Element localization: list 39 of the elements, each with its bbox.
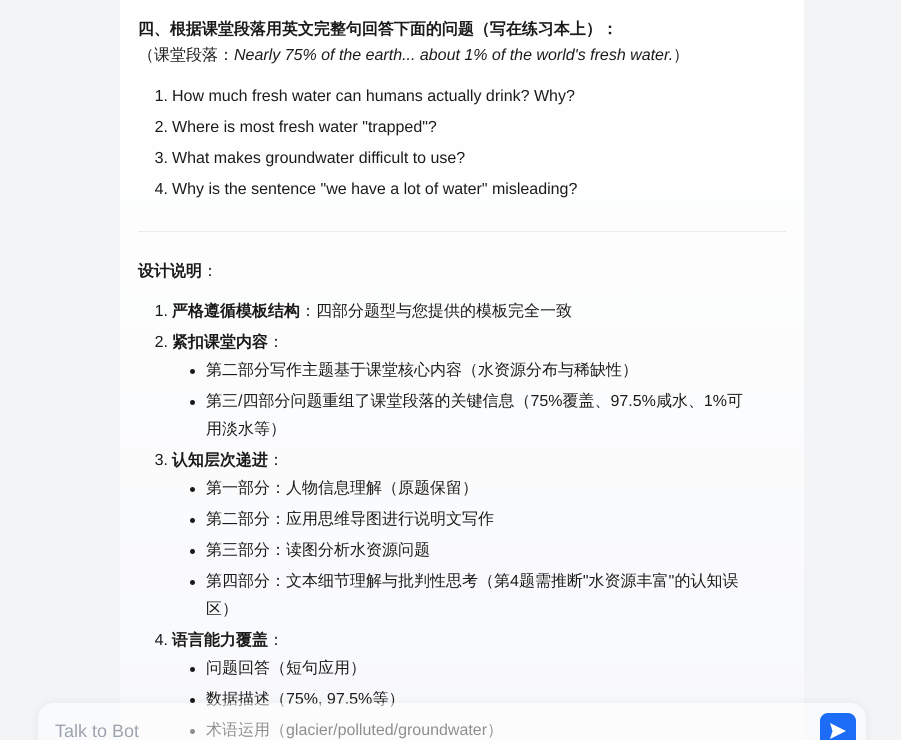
- chat-input-field[interactable]: Talk to Bot: [55, 713, 165, 740]
- send-icon: [829, 722, 847, 740]
- bullet-icon: [190, 487, 195, 492]
- notes-heading: 设计说明：: [138, 262, 218, 282]
- list-item-text: 紧扣课堂内容：: [172, 332, 284, 353]
- list-number: 2.: [154, 118, 168, 138]
- bullet-item-text: 第三部分：读图分析水资源问题: [206, 542, 430, 559]
- bullet-item-text: 第四部分：文本细节理解与批判性思考（第4题需推断"水资源丰富"的认知误区）: [206, 573, 738, 618]
- list-number: 4.: [154, 631, 168, 651]
- list-number: 2.: [154, 333, 168, 353]
- send-button[interactable]: [820, 713, 856, 740]
- list-number: 3.: [154, 149, 168, 169]
- list-item-text: Why is the sentence "we have a lot of water" misleading?: [172, 180, 578, 200]
- bullet-icon: [190, 729, 195, 734]
- bullet-icon: [190, 667, 195, 672]
- list-item-text: Where is most fresh water "trapped"?: [172, 118, 437, 138]
- list-item-text: What makes groundwater difficult to use?: [172, 149, 466, 169]
- bullet-icon: [190, 518, 195, 523]
- bullet-icon: [190, 549, 195, 554]
- bullet-item-text: 第二部分：应用思维导图进行说明文写作: [206, 511, 494, 528]
- bullet-item-text: 术语运用（glacier/polluted/groundwater）: [206, 722, 504, 739]
- bullet-item-text: 问题回答（短句应用）: [206, 660, 366, 677]
- bullet-icon: [190, 698, 195, 703]
- bullet-icon: [190, 369, 195, 374]
- list-number: 1.: [154, 87, 168, 107]
- bullet-item-text: 第三/四部分问题重组了课堂段落的关键信息（75%覆盖、97.5%咸水、1%可用淡水等）: [206, 393, 743, 438]
- bullet-icon: [190, 580, 195, 585]
- list-number: 4.: [154, 180, 168, 200]
- bullet-item-text: 第一部分：人物信息理解（原题保留）: [206, 480, 478, 497]
- list-number: 3.: [154, 451, 168, 471]
- list-item-text: 语言能力覆盖：: [172, 630, 284, 651]
- bullet-item-text: 第二部分写作主题基于课堂核心内容（水资源分布与稀缺性）: [206, 362, 638, 379]
- bullet-icon: [190, 400, 195, 405]
- section-heading: 四、根据课堂段落用英文完整句回答下面的问题（写在练习本上）：: [138, 19, 618, 40]
- passage-note: （课堂段落：Nearly 75% of the earth... about 1% of the world's fresh water.）: [138, 46, 690, 66]
- list-item-text: 严格遵循模板结构：四部分题型与您提供的模板完全一致: [172, 301, 572, 322]
- list-item-text: 认知层次递进：: [172, 450, 284, 471]
- list-number: 1.: [154, 302, 168, 322]
- list-item-text: How much fresh water can humans actually drink? Why?: [172, 87, 575, 107]
